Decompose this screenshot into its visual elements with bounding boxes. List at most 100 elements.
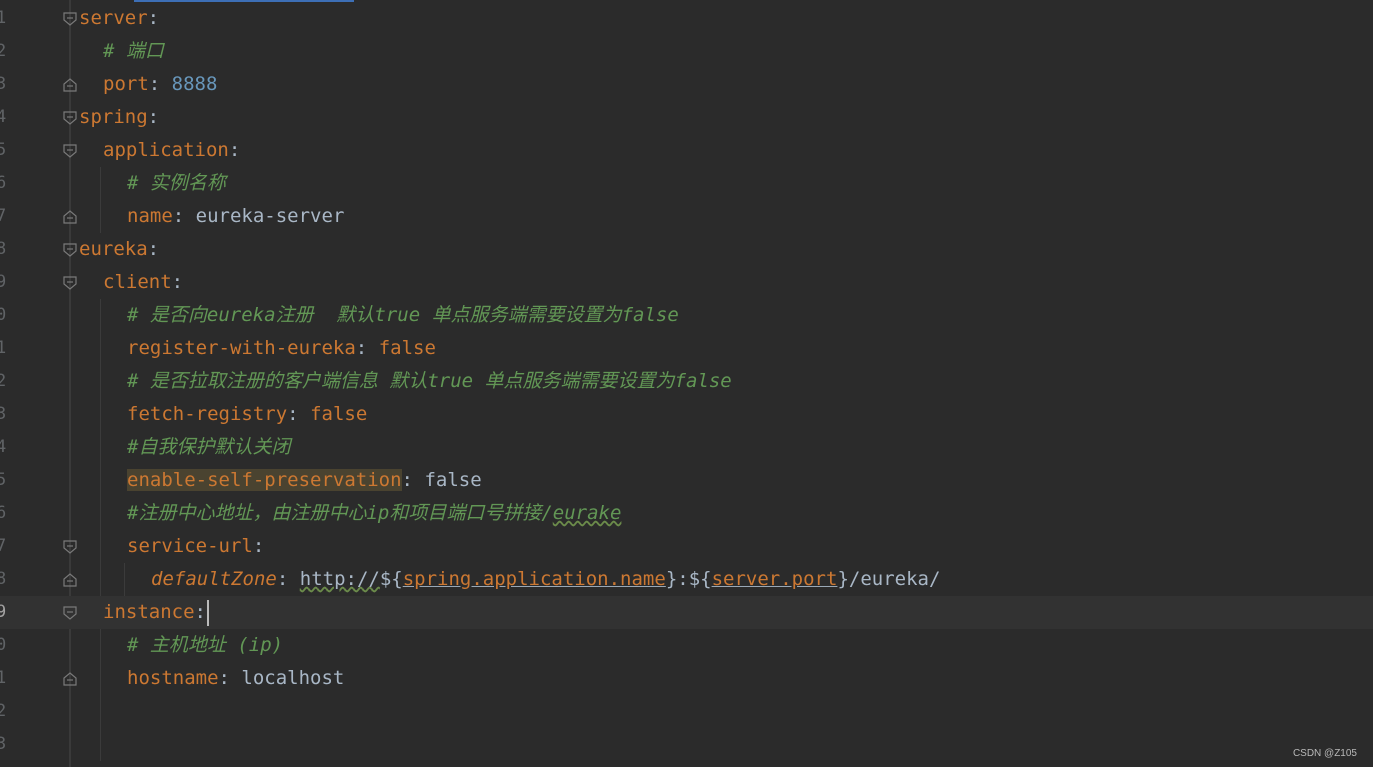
yaml-comment: # 实例名称 xyxy=(127,172,226,194)
code-line[interactable]: 7 service-url: xyxy=(0,530,1373,563)
yaml-comment: # 主机地址 (ip) xyxy=(127,634,284,656)
code-line[interactable]: 3 fetch-registry: false xyxy=(0,398,1373,431)
yaml-colon: : xyxy=(276,568,289,590)
yaml-key-line: hostname: localhost xyxy=(127,662,344,695)
comment-text: #注册中心地址，由注册中心ip和项目端口号拼接/ xyxy=(127,502,553,524)
text-caret xyxy=(206,599,209,626)
code-line[interactable]: 4 spring: xyxy=(0,101,1373,134)
yaml-key: defaultZone xyxy=(151,568,277,590)
placeholder-separator: }:${ xyxy=(665,568,712,590)
indent-guide xyxy=(100,200,101,233)
code-line[interactable]: 0 # 是否向eureka注册 默认true 单点服务端需要设置为false xyxy=(0,299,1373,332)
placeholder-reference[interactable]: spring.application.name xyxy=(403,568,666,590)
line-number: 7 xyxy=(0,536,7,556)
code-line[interactable]: 3 port: 8888 xyxy=(0,68,1373,101)
code-line[interactable]: 5 enable-self-preservation: false xyxy=(0,464,1373,497)
fold-end-icon[interactable] xyxy=(63,210,77,224)
yaml-colon: : xyxy=(172,205,185,227)
yaml-colon: : xyxy=(147,238,160,260)
indent-guide xyxy=(100,629,101,662)
code-line[interactable]: 3 xyxy=(0,728,1373,761)
line-number: 9 xyxy=(0,272,7,292)
indent-guide xyxy=(100,365,101,398)
yaml-colon: : xyxy=(194,601,206,623)
yaml-colon: : xyxy=(147,7,160,29)
code-line[interactable]: 5 application: xyxy=(0,134,1373,167)
indent-guide xyxy=(100,299,101,332)
fold-collapse-icon[interactable] xyxy=(63,243,77,257)
yaml-colon: : xyxy=(252,535,265,557)
fold-collapse-icon[interactable] xyxy=(63,12,77,26)
line-number: 1 xyxy=(0,8,7,28)
yaml-key-line: name: eureka-server xyxy=(127,200,344,233)
yaml-comment: # 端口 xyxy=(103,40,164,62)
yaml-comment: # 是否向eureka注册 默认true 单点服务端需要设置为false xyxy=(127,304,679,326)
code-line[interactable]: 1 server: xyxy=(0,2,1373,35)
indent-guide xyxy=(124,563,125,596)
yaml-colon: : xyxy=(218,667,230,689)
code-line[interactable]: 6 # 实例名称 xyxy=(0,167,1373,200)
fold-collapse-icon[interactable] xyxy=(63,111,77,125)
line-number: 2 xyxy=(0,371,7,391)
indent-guide xyxy=(100,497,101,530)
yaml-key: service-url xyxy=(127,535,253,557)
code-line[interactable]: 4 #自我保护默认关闭 xyxy=(0,431,1373,464)
fold-end-icon[interactable] xyxy=(63,573,77,587)
code-line[interactable]: 2 xyxy=(0,695,1373,728)
line-number: 9 xyxy=(0,602,7,622)
line-number: 6 xyxy=(0,503,7,523)
code-line[interactable]: 1 hostname: localhost xyxy=(0,662,1373,695)
line-number: 1 xyxy=(0,338,7,358)
line-number: 1 xyxy=(0,668,7,688)
fold-end-icon[interactable] xyxy=(63,78,77,92)
code-line[interactable]: 0 # 主机地址 (ip) xyxy=(0,629,1373,662)
code-line[interactable]: 8 eureka: xyxy=(0,233,1373,266)
code-line[interactable]: 2 # 端口 xyxy=(0,35,1373,68)
line-number: 3 xyxy=(0,74,7,94)
line-number: 5 xyxy=(0,470,7,490)
highlighted-yaml-key: enable-self-preservation xyxy=(127,469,402,491)
indent-guide xyxy=(100,167,101,200)
yaml-colon: : xyxy=(287,403,299,425)
code-line[interactable]: 8 defaultZone: http://${spring.applicati… xyxy=(0,563,1373,596)
yaml-boolean-value: false xyxy=(378,337,436,359)
code-line[interactable]: 6 #注册中心地址，由注册中心ip和项目端口号拼接/eurake xyxy=(0,497,1373,530)
yaml-comment: #自我保护默认关闭 xyxy=(127,436,291,458)
code-editor[interactable]: 1 server: 2 # 端口 3 port: 8888 4 spring: … xyxy=(0,0,1373,767)
yaml-key: server xyxy=(79,7,148,29)
fold-collapse-icon[interactable] xyxy=(63,606,77,620)
placeholder-reference[interactable]: server.port xyxy=(712,568,838,590)
yaml-key-line: eureka: xyxy=(79,233,159,266)
line-number: 7 xyxy=(0,206,7,226)
line-number: 4 xyxy=(0,107,7,127)
yaml-string-value: localhost xyxy=(241,667,345,689)
code-line[interactable]: 7 name: eureka-server xyxy=(0,200,1373,233)
fold-collapse-icon[interactable] xyxy=(63,144,77,158)
indent-guide xyxy=(100,662,101,695)
indent-guide xyxy=(100,695,101,728)
yaml-string-value: eureka-server xyxy=(195,205,345,227)
fold-collapse-icon[interactable] xyxy=(63,540,77,554)
yaml-key: spring xyxy=(79,106,148,128)
line-number: 2 xyxy=(0,701,7,721)
indent-guide xyxy=(100,398,101,431)
fold-collapse-icon[interactable] xyxy=(63,276,77,290)
fold-end-icon[interactable] xyxy=(63,672,77,686)
yaml-key-line: instance: xyxy=(103,596,209,629)
current-code-line[interactable]: 9 instance: xyxy=(0,596,1373,629)
yaml-key-line: defaultZone: http://${spring.application… xyxy=(151,563,940,596)
yaml-key: hostname xyxy=(127,667,219,689)
code-line[interactable]: 1 register-with-eureka: false xyxy=(0,332,1373,365)
yaml-key-line: enable-self-preservation: false xyxy=(127,464,482,497)
url-protocol: http:// xyxy=(299,568,380,590)
code-line[interactable]: 2 # 是否拉取注册的客户端信息 默认true 单点服务端需要设置为false xyxy=(0,365,1373,398)
code-line[interactable]: 9 client: xyxy=(0,266,1373,299)
line-number: 6 xyxy=(0,173,7,193)
indent-guide xyxy=(100,728,101,761)
yaml-colon: : xyxy=(355,337,368,359)
line-number: 8 xyxy=(0,239,7,259)
yaml-key-line: service-url: xyxy=(127,530,264,563)
yaml-key-line: application: xyxy=(103,134,240,167)
line-number: 0 xyxy=(0,305,7,325)
line-number: 4 xyxy=(0,437,7,457)
